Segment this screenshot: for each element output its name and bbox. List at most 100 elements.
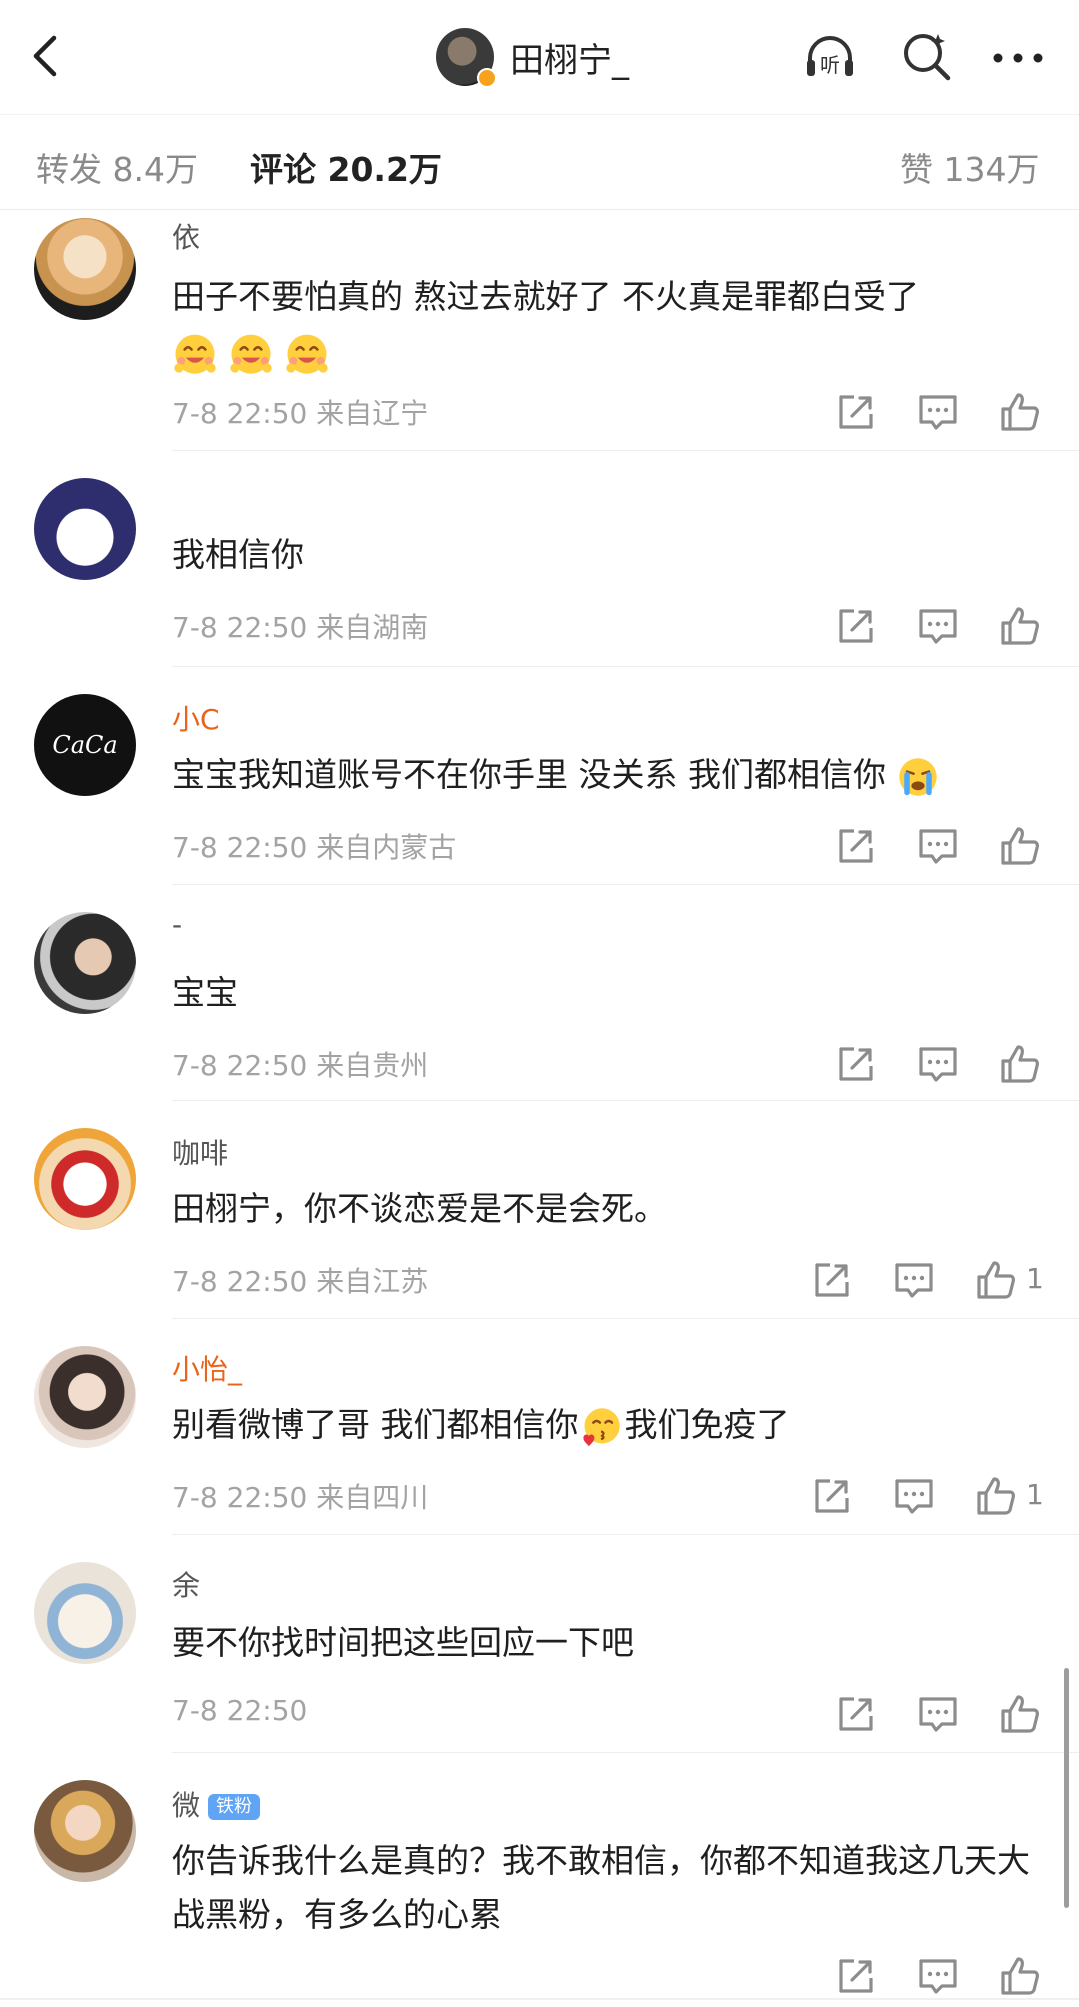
like-icon[interactable] [998, 1692, 1042, 1736]
like-count: 1 [1026, 1262, 1044, 1295]
search-icon[interactable] [898, 28, 954, 84]
like-count: 1 [1026, 1478, 1044, 1511]
comment-item: 微铁粉 你告诉我什么是真的？我不敢相信，你都不知道我这几天大战黑粉，有多么的心累 [0, 1754, 1079, 2004]
reply-icon[interactable] [916, 604, 960, 648]
reply-icon[interactable] [916, 1692, 960, 1736]
comment-text: 田子不要怕真的 熬过去就好了 不火真是罪都白受了 [172, 270, 1032, 378]
comment-text: 宝宝我知道账号不在你手里 没关系 我们都相信你 [172, 748, 1032, 802]
smile-emoji-icon [228, 330, 274, 376]
comment-text: 宝宝 [172, 973, 238, 1012]
author-avatar[interactable] [436, 28, 497, 88]
top-bar: 田栩宁_ 听 [0, 0, 1079, 114]
comment-text: 你告诉我什么是真的？我不敢相信，你都不知道我这几天大战黑粉，有多么的心累 [172, 1841, 1030, 1934]
comment-time: 7-8 22:50 [172, 397, 308, 430]
share-icon[interactable] [834, 390, 878, 434]
like-icon[interactable] [998, 824, 1042, 868]
reply-icon[interactable] [916, 1042, 960, 1086]
reply-icon[interactable] [916, 1954, 960, 1998]
kiss-heart-emoji-icon [579, 1405, 623, 1449]
comment-text: 我相信你 [172, 535, 304, 574]
comment-item: 我相信你 7-8 22:50 来自湖南 [0, 452, 1079, 668]
share-icon[interactable] [834, 1042, 878, 1086]
like-icon[interactable] [998, 1042, 1042, 1086]
comment-time: 7-8 22:50 [172, 831, 308, 864]
comment-item: CaCa 小C 宝宝我知道账号不在你手里 没关系 我们都相信你 7-8 22:5… [0, 668, 1079, 886]
comment-location: 来自江苏 [316, 1265, 429, 1298]
comment-text: 田栩宁，你不谈恋爱是不是会死。 [172, 1189, 667, 1228]
avatar[interactable] [34, 1562, 136, 1664]
comment-text-after: 我们免疫了 [624, 1405, 790, 1444]
share-icon[interactable] [810, 1474, 854, 1518]
avatar[interactable] [34, 912, 136, 1014]
comment-text-body: 田子不要怕真的 熬过去就好了 不火真是罪都白受了 [172, 277, 919, 316]
avatar[interactable] [34, 1780, 136, 1882]
back-icon[interactable] [22, 30, 74, 82]
comment-time: 7-8 22:50 [172, 1049, 308, 1082]
avatar[interactable] [34, 478, 136, 580]
comment-username[interactable]: 微铁粉 [172, 1784, 261, 1824]
comment-text: 别看微博了哥 我们都相信你 我们免疫了 [172, 1398, 1032, 1452]
comment-username[interactable]: - [172, 908, 182, 941]
comment-username[interactable]: 余 [172, 1564, 200, 1604]
comment-location: 来自湖南 [316, 611, 429, 644]
tab-comments[interactable]: 评论 20.2万 [250, 143, 442, 191]
comment-item: 咖啡 田栩宁，你不谈恋爱是不是会死。 7-8 22:50 来自江苏 1 [0, 1102, 1079, 1320]
divider [172, 450, 1079, 451]
comment-item: - 宝宝 7-8 22:50 来自贵州 [0, 886, 1079, 1102]
smile-emoji-icon [284, 330, 330, 376]
reply-icon[interactable] [916, 824, 960, 868]
tab-forward[interactable]: 转发 8.4万 [36, 143, 198, 191]
comment-time: 7-8 22:50 [172, 611, 308, 644]
more-icon[interactable] [990, 38, 1046, 78]
divider [172, 1100, 1079, 1101]
divider [172, 884, 1079, 885]
comment-item: 依 田子不要怕真的 熬过去就好了 不火真是罪都白受了 7-8 22:50 来自辽… [0, 212, 1079, 452]
post-stats-tabs: 转发 8.4万 评论 20.2万 赞 134万 [0, 114, 1079, 210]
reply-icon[interactable] [892, 1258, 936, 1302]
comment-username-text: 微 [172, 1789, 201, 1822]
avatar[interactable] [34, 1128, 136, 1230]
page-header[interactable]: 田栩宁_ [436, 26, 629, 88]
avatar[interactable]: CaCa [34, 694, 136, 796]
share-icon[interactable] [834, 1954, 878, 1998]
comment-item: 余 要不你找时间把这些回应一下吧 7-8 22:50 [0, 1536, 1079, 1754]
comment-text-before: 别看微博了哥 我们都相信你 [172, 1405, 579, 1444]
comment-location: 来自贵州 [316, 1049, 429, 1082]
share-icon[interactable] [810, 1258, 854, 1302]
listen-icon[interactable]: 听 [802, 28, 858, 84]
comment-meta: 7-8 22:50 来自贵州 [172, 1044, 428, 1084]
smile-emoji-icon [172, 330, 218, 376]
reply-icon[interactable] [916, 390, 960, 434]
comment-username[interactable]: 咖啡 [172, 1132, 228, 1172]
comment-username[interactable]: 小怡_ [172, 1348, 242, 1388]
avatar-monogram: CaCa [52, 731, 118, 759]
comment-meta: 7-8 22:50 来自江苏 [172, 1260, 428, 1300]
reply-icon[interactable] [892, 1474, 936, 1518]
divider [0, 1998, 1079, 2000]
like-icon[interactable] [998, 390, 1042, 434]
comment-text-body: 宝宝我知道账号不在你手里 没关系 我们都相信你 [172, 755, 886, 794]
comment-meta: 7-8 22:50 [172, 1694, 307, 1727]
avatar[interactable] [34, 1346, 136, 1448]
tab-likes[interactable]: 赞 134万 [900, 143, 1039, 191]
scrollbar[interactable] [1064, 1668, 1069, 1908]
comment-username[interactable]: 依 [172, 216, 200, 256]
divider [172, 1752, 1079, 1753]
comment-location: 来自辽宁 [316, 397, 429, 430]
avatar[interactable] [34, 218, 136, 320]
fan-badge: 铁粉 [208, 1794, 261, 1820]
like-icon[interactable] [974, 1258, 1018, 1302]
like-icon[interactable] [974, 1474, 1018, 1518]
comment-time: 7-8 22:50 [172, 1265, 308, 1298]
like-icon[interactable] [998, 1954, 1042, 1998]
share-icon[interactable] [834, 1692, 878, 1736]
share-icon[interactable] [834, 604, 878, 648]
comment-meta: 7-8 22:50 来自湖南 [172, 606, 428, 646]
comment-location: 来自内蒙古 [316, 831, 457, 864]
like-icon[interactable] [998, 604, 1042, 648]
comment-meta: 7-8 22:50 来自内蒙古 [172, 826, 456, 866]
comment-meta: 7-8 22:50 来自辽宁 [172, 392, 428, 432]
comment-time: 7-8 22:50 [172, 1694, 308, 1727]
comment-username[interactable]: 小C [172, 698, 220, 738]
share-icon[interactable] [834, 824, 878, 868]
